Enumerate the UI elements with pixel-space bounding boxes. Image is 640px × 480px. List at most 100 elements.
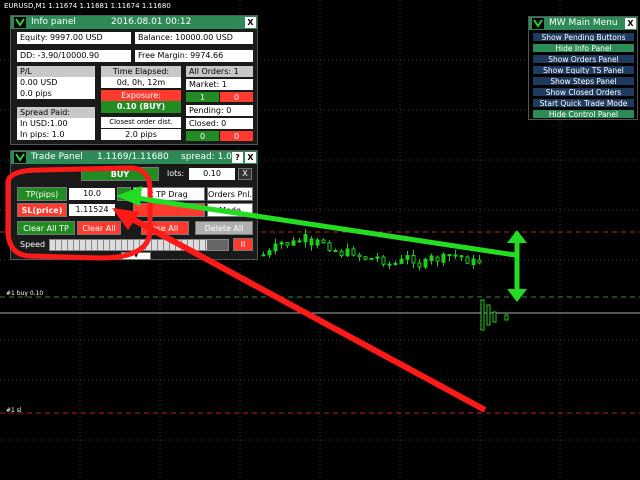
candle-body [447, 254, 452, 257]
candle-body [297, 240, 302, 243]
app-logo-icon [14, 152, 26, 163]
pending-field: Pending: 0 [186, 105, 253, 116]
mw-menu-title-bar[interactable]: MW Main Menu [529, 17, 637, 30]
trade-panel-close-button[interactable]: X [245, 152, 256, 163]
market-count-red: 0 [220, 92, 253, 102]
candle-body [405, 255, 410, 260]
speed-slider-fill [50, 240, 207, 250]
expand-panel-button[interactable]: ▼ [121, 252, 151, 260]
candle-body [291, 240, 296, 246]
equity-field: Equity: 9997.00 USD [17, 32, 131, 44]
candle-body [480, 299, 485, 331]
candle-body [327, 242, 332, 252]
candle-body [471, 258, 476, 266]
pl-label: P/L [17, 66, 95, 77]
time-elapsed-label: Time Elapsed: [101, 66, 181, 77]
spread-paid-usd: In USD:1.00 [17, 118, 95, 129]
menu-show-closed-orders[interactable]: Show Closed Orders [532, 87, 635, 97]
speed-label: Speed [20, 240, 46, 249]
trade-panel-title: Trade Panel [31, 152, 83, 162]
candle-body [453, 254, 458, 257]
pl-usd: 0.00 USD [17, 77, 95, 88]
delete-all-button[interactable]: Delete All [195, 221, 253, 235]
closest-order-value: 2.0 pips [101, 129, 181, 140]
trade-panel: Trade Panel 1.1169/1.11680 spread: 1.0 ?… [10, 150, 258, 260]
menu-show-pending-buttons[interactable]: Show Pending Buttons [532, 32, 635, 42]
pl-pips: 0.0 pips [17, 88, 95, 99]
candle-body [375, 256, 380, 259]
mode-button[interactable]: Mode [207, 203, 253, 217]
candle-body [345, 248, 350, 257]
pause-button[interactable]: II [233, 238, 253, 251]
closed-count-green: 0 [186, 131, 219, 141]
lots-input[interactable]: 0.10 [189, 168, 235, 180]
candle-body [309, 238, 314, 246]
candle-body [459, 255, 464, 258]
info-panel: Info panel 2016.08.01 00:12 X Equity: 99… [10, 15, 258, 145]
info-panel-datetime: 2016.08.01 00:12 [111, 17, 192, 27]
candle-body [279, 242, 284, 245]
sl-label: #1 sl [6, 407, 22, 414]
candle-body [315, 239, 320, 246]
closed-count-red: 0 [220, 131, 253, 141]
sl-price-input[interactable]: 1.11524 [69, 204, 115, 216]
menu-start-quick-trade-mode[interactable]: Start Quick Trade Mode [532, 98, 635, 108]
candle-body [486, 304, 491, 326]
spread-paid-pips: In pips: 1.0 [17, 129, 95, 140]
lots-clear-button[interactable]: X [238, 168, 252, 180]
help-button[interactable]: ? [232, 152, 243, 163]
candle-body [441, 253, 446, 263]
candle-body [357, 254, 362, 258]
candle-body [363, 256, 368, 260]
mw-menu-close-button[interactable]: X [625, 18, 636, 29]
candle-body [387, 263, 392, 266]
clear-all-button[interactable]: Clear All [77, 221, 121, 235]
market-count-green: 1 [186, 92, 219, 102]
balance-field: Balance: 10000.00 USD [135, 32, 253, 44]
chart-symbol-title: EURUSD,M1 1.11674 1.11681 1.11674 1.1168… [4, 2, 171, 10]
buy-button[interactable]: BUY [81, 167, 159, 181]
closed-field: Closed: 0 [186, 118, 253, 129]
tp-toggle-button[interactable] [117, 187, 131, 201]
mw-main-menu: MW Main Menu X Show Pending Buttons Hide… [528, 16, 638, 120]
candle-body [393, 262, 398, 265]
mw-menu-title: MW Main Menu [549, 18, 618, 28]
candle-body [435, 256, 440, 262]
menu-show-equity-ts-panel[interactable]: Show Equity TS Panel [532, 65, 635, 75]
sl-price-button[interactable]: SL(price) [17, 203, 67, 217]
menu-show-orders-panel[interactable]: Show Orders Panel [532, 54, 635, 64]
tp-pips-button[interactable]: TP(pips) [17, 187, 67, 201]
info-panel-close-button[interactable]: X [245, 17, 256, 28]
close-all-button[interactable]: ose All [141, 221, 189, 235]
tp-drag-button[interactable]: t TP Drag [133, 187, 205, 201]
orders-pnl-button[interactable]: Orders Pnl. [207, 187, 253, 201]
candle-body [399, 258, 404, 264]
menu-show-steps-panel[interactable]: Show Steps Panel [532, 76, 635, 86]
trade-panel-title-bar[interactable]: Trade Panel 1.1169/1.11680 spread: 1.0 [11, 151, 257, 164]
tp-pips-input[interactable]: 10.0 [69, 188, 115, 200]
sl-drag-button[interactable] [133, 203, 205, 217]
menu-hide-control-panel[interactable]: Hide Control Panel [532, 109, 635, 119]
clear-all-tp-button[interactable]: Clear All TP [17, 221, 75, 235]
candles [261, 228, 509, 331]
spread-paid-label: Spread Paid: [17, 107, 95, 118]
all-orders-field: All Orders: 1 [186, 66, 253, 77]
candle-body [285, 242, 290, 246]
candle-body [369, 257, 374, 260]
menu-hide-info-panel[interactable]: Hide Info Panel [532, 43, 635, 53]
buy-order-label: #1 buy 0.10 [6, 290, 44, 297]
app-logo-icon [532, 18, 544, 29]
time-elapsed-value: 0d, 0h, 12m [101, 77, 181, 88]
info-panel-title-bar[interactable]: Info panel 2016.08.01 00:12 [11, 16, 257, 29]
candle-body [477, 259, 482, 264]
candle-body [339, 250, 344, 257]
candle-body [333, 250, 338, 253]
candle-body [417, 262, 422, 268]
candle-body [267, 250, 272, 256]
candle-body [465, 256, 470, 264]
candle-body [492, 311, 497, 323]
speed-slider[interactable] [49, 239, 229, 251]
candle-body [423, 258, 428, 268]
exposure-label: Exposure: [101, 90, 181, 101]
candle-body [351, 248, 356, 256]
